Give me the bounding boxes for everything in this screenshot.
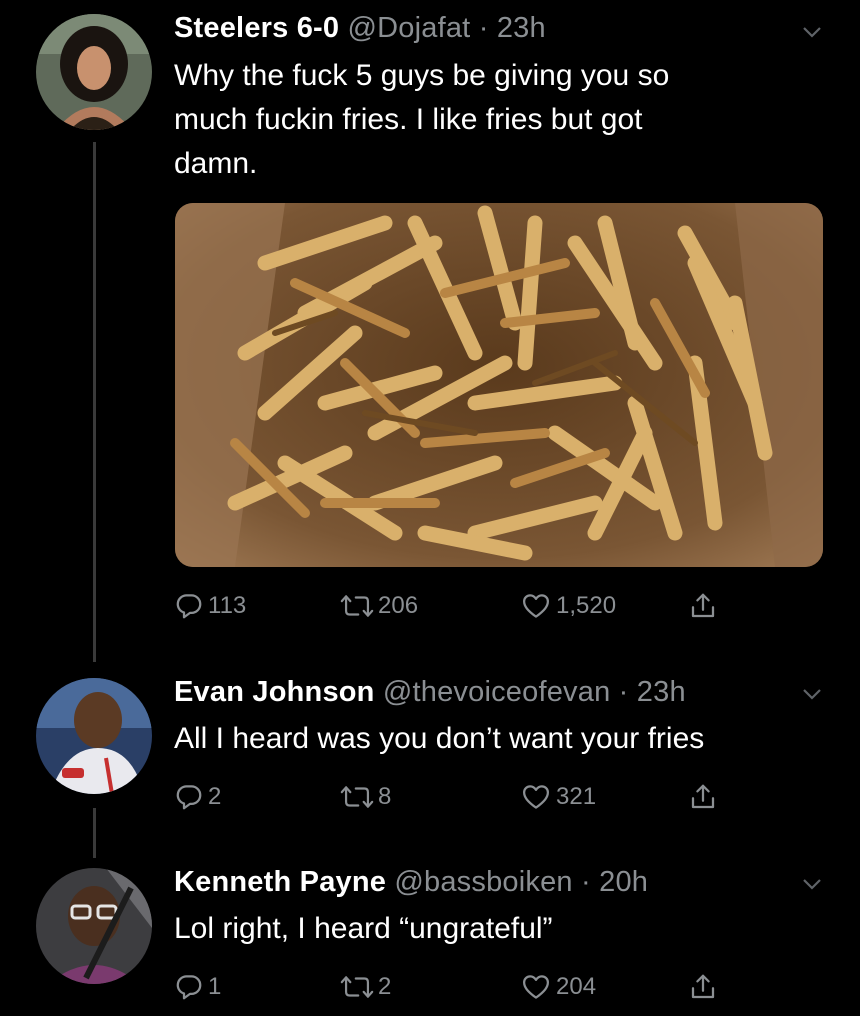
display-name[interactable]: Steelers 6-0 xyxy=(174,12,339,44)
like-count: 321 xyxy=(556,783,597,810)
like-button[interactable]: 204 xyxy=(520,972,596,1002)
avatar[interactable] xyxy=(36,14,152,130)
tweet-header: Evan Johnson @thevoiceofevan · 23h xyxy=(174,676,686,709)
timestamp[interactable]: 23h xyxy=(497,12,546,44)
retweet-count: 206 xyxy=(378,592,419,619)
chevron-down-icon[interactable] xyxy=(800,20,824,44)
reply-count: 113 xyxy=(208,592,247,619)
thread-line xyxy=(93,142,96,662)
share-icon xyxy=(691,593,715,618)
like-count: 1,520 xyxy=(556,592,617,619)
chevron-down-icon[interactable] xyxy=(800,682,824,706)
timestamp[interactable]: 23h xyxy=(637,676,686,708)
tweet-text-line: Lol right, I heard “ungrateful” xyxy=(174,912,553,945)
like-button[interactable]: 321 xyxy=(520,782,596,812)
like-count: 204 xyxy=(556,973,597,1000)
tweet-photo[interactable] xyxy=(175,203,823,567)
retweet-button[interactable]: 8 xyxy=(340,782,391,812)
share-icon xyxy=(691,974,715,999)
avatar[interactable] xyxy=(36,868,152,984)
separator: · xyxy=(618,676,629,708)
retweet-count: 2 xyxy=(378,973,392,1000)
display-name[interactable]: Evan Johnson xyxy=(174,676,375,708)
chevron-down-icon[interactable] xyxy=(800,872,824,896)
tweet-text-line: damn. xyxy=(174,147,258,180)
display-name[interactable]: Kenneth Payne xyxy=(174,866,386,898)
reply-button[interactable]: 1 xyxy=(174,972,221,1002)
handle[interactable]: @thevoiceofevan xyxy=(383,676,611,708)
tweet-text: Lol right, I heard “ungrateful” xyxy=(174,907,553,951)
like-button[interactable]: 1,520 xyxy=(520,591,616,621)
share-button[interactable] xyxy=(688,972,718,1002)
share-button[interactable] xyxy=(688,782,718,812)
handle[interactable]: @bassboiken xyxy=(394,866,572,898)
heart-icon xyxy=(523,975,549,999)
reply-count: 2 xyxy=(208,783,222,810)
avatar[interactable] xyxy=(36,678,152,794)
reply-icon xyxy=(176,785,202,810)
reply-button[interactable]: 2 xyxy=(174,782,221,812)
handle[interactable]: @Dojafat xyxy=(348,12,471,44)
retweet-button[interactable]: 2 xyxy=(340,972,391,1002)
heart-icon xyxy=(523,594,549,618)
tweet-text-line: Why the fuck 5 guys be giving you so xyxy=(174,59,670,92)
retweet-icon xyxy=(340,786,374,808)
reply-icon xyxy=(176,594,202,619)
heart-icon xyxy=(523,785,549,809)
tweet-header: Steelers 6-0 @Dojafat · 23h xyxy=(174,12,546,45)
reply-icon xyxy=(176,975,202,1000)
reply-button[interactable]: 113 xyxy=(174,591,246,621)
tweet-text: All I heard was you don’t want your frie… xyxy=(174,717,704,761)
tweet-text-line: much fuckin fries. I like fries but got xyxy=(174,103,643,136)
retweet-icon xyxy=(340,976,374,998)
retweet-button[interactable]: 206 xyxy=(340,591,418,621)
share-icon xyxy=(691,784,715,809)
timestamp[interactable]: 20h xyxy=(599,866,648,898)
separator: · xyxy=(581,866,591,898)
reply-count: 1 xyxy=(208,973,222,1000)
tweet-header: Kenneth Payne @bassboiken · 20h xyxy=(174,866,648,899)
separator: · xyxy=(478,12,489,44)
retweet-count: 8 xyxy=(378,783,392,810)
thread-line xyxy=(93,808,96,858)
tweet-text: Why the fuck 5 guys be giving you so muc… xyxy=(174,54,669,186)
retweet-icon xyxy=(340,595,374,617)
share-button[interactable] xyxy=(688,591,718,621)
tweet-text-line: All I heard was you don’t want your frie… xyxy=(174,722,705,755)
